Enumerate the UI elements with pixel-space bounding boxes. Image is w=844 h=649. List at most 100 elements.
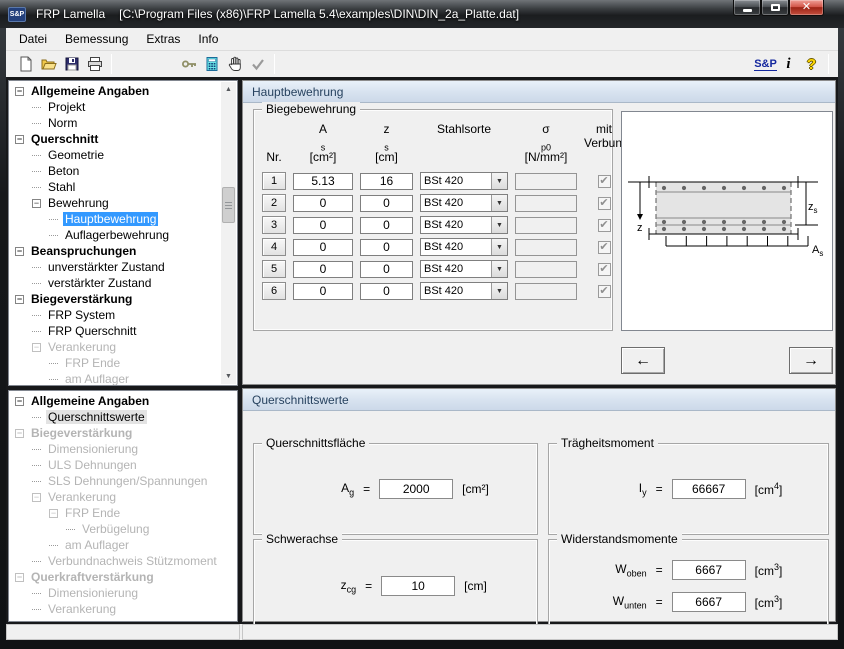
license-key-button[interactable] [177, 53, 200, 75]
bond-checkbox[interactable]: ✔ [598, 285, 611, 298]
collapse-icon[interactable]: − [15, 87, 24, 96]
tree-scrollbar[interactable]: ▲ ▼ [221, 82, 236, 384]
bond-checkbox[interactable]: ✔ [598, 197, 611, 210]
collapse-icon[interactable]: − [15, 135, 24, 144]
zs-input[interactable] [360, 173, 413, 190]
previous-page-button[interactable]: ← [621, 347, 665, 374]
tree-item-beton[interactable]: Beton [9, 163, 221, 179]
row-number-button[interactable]: 3 [262, 216, 286, 234]
tree-item-biegeverstärkung[interactable]: −Biegeverstärkung [9, 425, 237, 441]
print-button[interactable] [83, 53, 106, 75]
tree-item-verbügelung[interactable]: Verbügelung [9, 521, 237, 537]
tree-item-frp-ende[interactable]: FRP Ende [9, 355, 221, 371]
scroll-up-button[interactable]: ▲ [221, 82, 236, 97]
tree-item-allgemeine-angaben[interactable]: −Allgemeine Angaben [9, 393, 237, 409]
tree-item-verbundnachweis-stützmoment[interactable]: Verbundnachweis Stützmoment [9, 553, 237, 569]
as-input[interactable] [293, 195, 353, 212]
bond-checkbox[interactable]: ✔ [598, 219, 611, 232]
tree-item-am-auflager[interactable]: am Auflager [9, 371, 221, 385]
maximize-button[interactable] [761, 0, 789, 16]
tree-item-querkraftverstärkung[interactable]: −Querkraftverstärkung [9, 569, 237, 585]
row-number-button[interactable]: 4 [262, 238, 286, 256]
tree-item-dimensionierung[interactable]: Dimensionierung [9, 441, 237, 457]
tree-item-projekt[interactable]: Projekt [9, 99, 221, 115]
zs-input[interactable] [360, 195, 413, 212]
row-number-button[interactable]: 6 [262, 282, 286, 300]
zcg-value-field[interactable]: 10 [381, 576, 455, 596]
tree-item-verstärkter-zustand[interactable]: verstärkter Zustand [9, 275, 221, 291]
about-button[interactable]: i [777, 53, 800, 75]
as-input[interactable] [293, 283, 353, 300]
zs-input[interactable] [360, 261, 413, 278]
tree-item-stahl[interactable]: Stahl [9, 179, 221, 195]
bond-checkbox[interactable]: ✔ [598, 175, 611, 188]
row-number-button[interactable]: 1 [262, 172, 286, 190]
tree-item-querschnittswerte[interactable]: Querschnittswerte [9, 409, 237, 425]
collapse-icon[interactable]: − [15, 573, 24, 582]
save-button[interactable] [60, 53, 83, 75]
tree-item-sls-dehnungen-spannungen[interactable]: SLS Dehnungen/Spannungen [9, 473, 237, 489]
ag-value-field[interactable]: 2000 [379, 479, 453, 499]
close-button[interactable]: ✕ [789, 0, 824, 16]
tree-item-uls-dehnungen[interactable]: ULS Dehnungen [9, 457, 237, 473]
chevron-down-icon[interactable]: ▼ [491, 173, 507, 189]
open-file-button[interactable] [37, 53, 60, 75]
tree-item-allgemeine-angaben[interactable]: −Allgemeine Angaben [9, 83, 221, 99]
menu-extras[interactable]: Extras [137, 29, 189, 49]
steel-grade-select[interactable]: BSt 420▼ [420, 282, 508, 300]
help-button[interactable]: ? [800, 53, 823, 75]
steel-grade-select[interactable]: BSt 420▼ [420, 238, 508, 256]
minimize-button[interactable] [733, 0, 761, 16]
bond-checkbox[interactable]: ✔ [598, 263, 611, 276]
steel-grade-select[interactable]: BSt 420▼ [420, 216, 508, 234]
calculate-button[interactable] [200, 53, 223, 75]
zs-input[interactable] [360, 217, 413, 234]
next-page-button[interactable]: → [789, 347, 833, 374]
wunten-value-field[interactable]: 6667 [672, 592, 746, 612]
scrollbar-thumb[interactable] [222, 187, 235, 223]
as-input[interactable] [293, 173, 353, 190]
bond-checkbox[interactable]: ✔ [598, 241, 611, 254]
tree-item-verankerung[interactable]: −Verankerung [9, 489, 237, 505]
pan-button[interactable] [223, 53, 246, 75]
tree-item-hauptbewehrung[interactable]: Hauptbewehrung [9, 211, 221, 227]
scroll-down-button[interactable]: ▼ [221, 369, 236, 384]
collapse-icon[interactable]: − [15, 295, 24, 304]
collapse-icon[interactable]: − [15, 247, 24, 256]
steel-grade-select[interactable]: BSt 420▼ [420, 194, 508, 212]
row-number-button[interactable]: 2 [262, 194, 286, 212]
tree-item-verankerung[interactable]: Verankerung [9, 601, 237, 617]
confirm-button[interactable] [246, 53, 269, 75]
as-input[interactable] [293, 217, 353, 234]
collapse-icon[interactable]: − [15, 429, 24, 438]
tree-item-beanspruchungen[interactable]: −Beanspruchungen [9, 243, 221, 259]
steel-grade-select[interactable]: BSt 420▼ [420, 172, 508, 190]
menu-datei[interactable]: Datei [10, 29, 56, 49]
tree-item-geometrie[interactable]: Geometrie [9, 147, 221, 163]
tree-item-frp-ende[interactable]: −FRP Ende [9, 505, 237, 521]
iy-value-field[interactable]: 66667 [672, 479, 746, 499]
collapse-icon[interactable]: − [32, 343, 41, 352]
collapse-icon[interactable]: − [49, 509, 58, 518]
tree-item-frp-system[interactable]: FRP System [9, 307, 221, 323]
new-file-button[interactable] [14, 53, 37, 75]
collapse-icon[interactable]: − [32, 493, 41, 502]
tree-item-querschnitt[interactable]: −Querschnitt [9, 131, 221, 147]
chevron-down-icon[interactable]: ▼ [491, 261, 507, 277]
as-input[interactable] [293, 261, 353, 278]
collapse-icon[interactable]: − [15, 397, 24, 406]
chevron-down-icon[interactable]: ▼ [491, 195, 507, 211]
chevron-down-icon[interactable]: ▼ [491, 283, 507, 299]
zs-input[interactable] [360, 239, 413, 256]
tree-item-norm[interactable]: Norm [9, 115, 221, 131]
tree-item-am-auflager[interactable]: am Auflager [9, 537, 237, 553]
tree-item-auflagerbewehrung[interactable]: Auflagerbewehrung [9, 227, 221, 243]
tree-item-unverstärkter-zustand[interactable]: unverstärkter Zustand [9, 259, 221, 275]
steel-grade-select[interactable]: BSt 420▼ [420, 260, 508, 278]
menu-bemessung[interactable]: Bemessung [56, 29, 137, 49]
menu-info[interactable]: Info [189, 29, 227, 49]
tree-item-bewehrung[interactable]: −Bewehrung [9, 195, 221, 211]
row-number-button[interactable]: 5 [262, 260, 286, 278]
tree-item-frp-querschnitt[interactable]: FRP Querschnitt [9, 323, 221, 339]
chevron-down-icon[interactable]: ▼ [491, 217, 507, 233]
